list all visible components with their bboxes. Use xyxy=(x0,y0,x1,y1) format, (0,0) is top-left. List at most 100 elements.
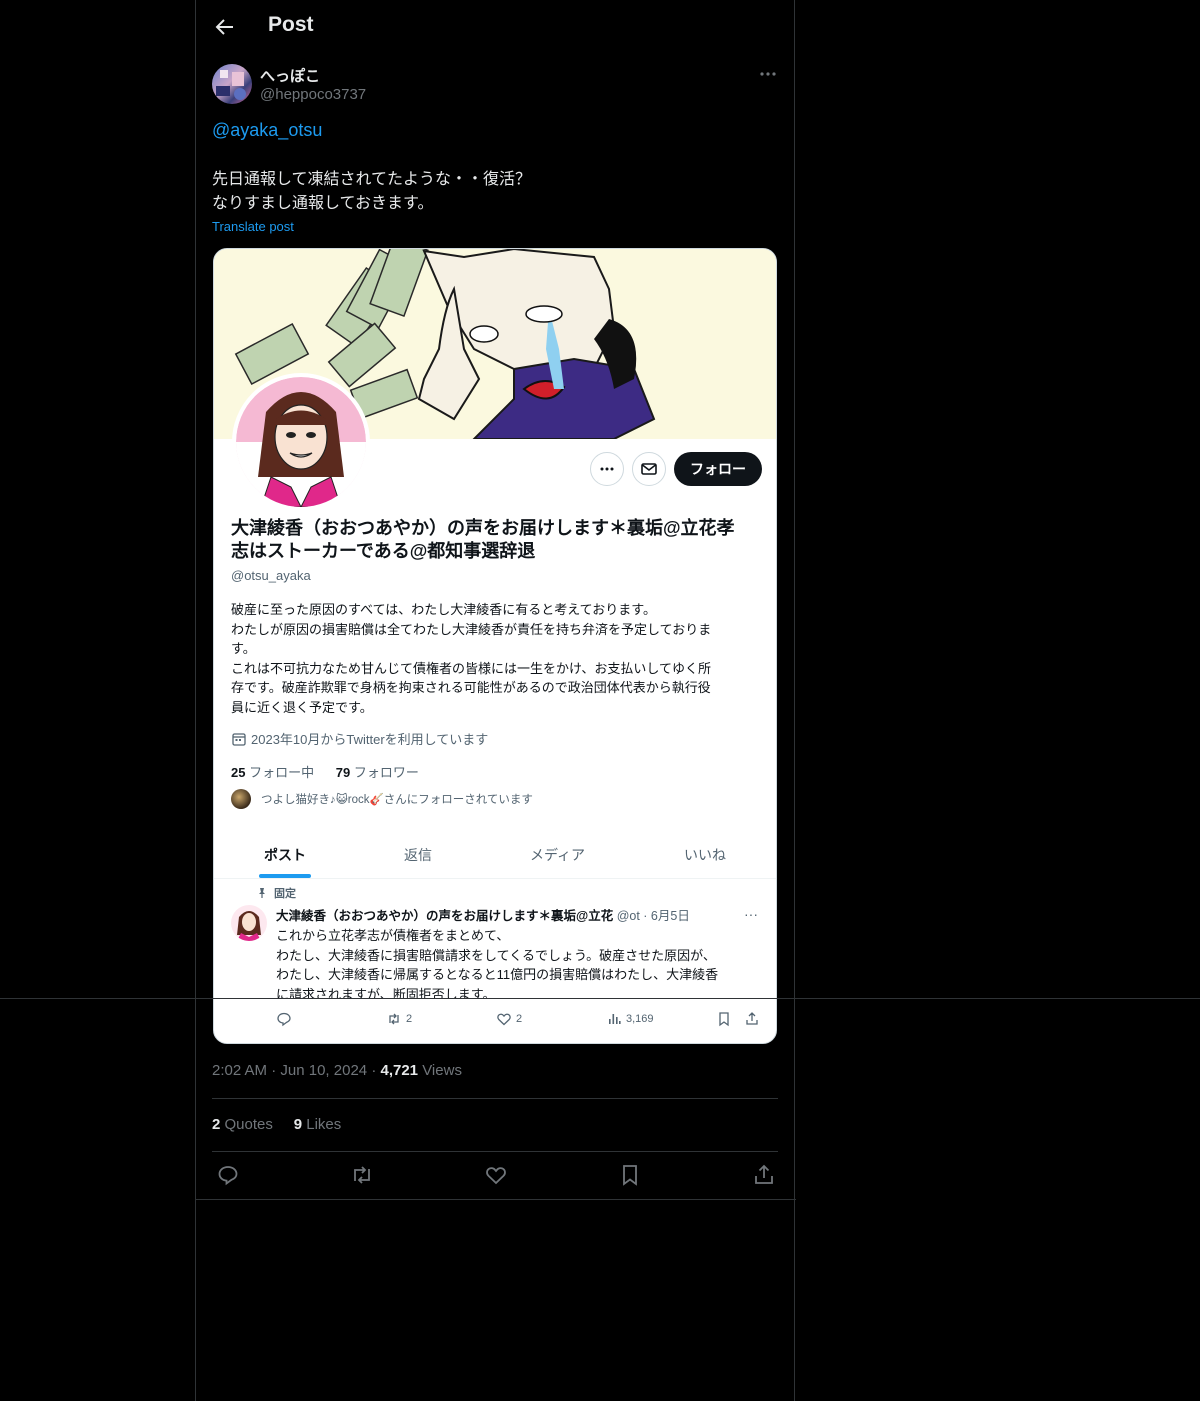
profile-name-line: 大津綾香（おおつあやか）の声をお届けします＊裏垢@立花孝 xyxy=(231,518,735,538)
post-header: Post xyxy=(196,0,796,54)
pinned-header: 大津綾香（おおつあやか）の声をお届けします＊裏垢@立花 @ot · 6月5日 xyxy=(276,905,766,924)
pinned-name: 大津綾香（おおつあやか）の声をお届けします＊裏垢@立花 xyxy=(276,909,614,923)
avatar-image xyxy=(216,70,246,100)
pinned-actions: 2 2 3,169 xyxy=(214,1011,776,1037)
attached-screenshot[interactable]: フォロー 大津綾香（おおつあやか）の声をお届けします＊裏垢@立花孝 志はストーカ… xyxy=(213,248,777,1044)
more-options-icon[interactable] xyxy=(758,64,778,84)
profile-more-button[interactable] xyxy=(590,452,624,486)
retweet-icon xyxy=(389,1013,399,1025)
followers-label: フォロワー xyxy=(353,765,419,780)
divider xyxy=(212,1151,778,1152)
bookmark-icon xyxy=(719,1012,729,1027)
pinned-more-icon[interactable]: ··· xyxy=(744,906,758,922)
views-count: 4,721 xyxy=(380,1062,419,1079)
translate-link[interactable]: Translate post xyxy=(212,219,294,234)
profile-joined: 2023年10月からTwitterを利用しています xyxy=(231,729,488,748)
active-tab-indicator xyxy=(259,874,311,878)
follower-avatar xyxy=(231,789,251,809)
bio-line: 破産に至った原因のすべては、わたし大津綾香に有ると考えております。 xyxy=(231,602,656,617)
pinned-line: に請求されますが、断固拒否します。 xyxy=(276,986,496,999)
envelope-icon xyxy=(641,463,657,475)
profile-bio: 破産に至った原因のすべては、わたし大津綾香に有ると考えております。 わたしが原因… xyxy=(231,600,761,718)
tab-replies[interactable]: 返信 xyxy=(404,845,432,865)
likes-link[interactable]: 9 Likes xyxy=(294,1116,342,1133)
following-label: フォロー中 xyxy=(249,765,315,780)
more-icon xyxy=(600,467,614,471)
divider xyxy=(212,1098,778,1099)
followers-count: 79 xyxy=(335,765,351,780)
follow-button[interactable]: フォロー xyxy=(674,452,762,486)
profile-handle: @otsu_ayaka xyxy=(231,568,311,583)
analytics-icon xyxy=(609,1014,621,1024)
bio-line: わたしが原因の損害賠償は全てわたし大津綾香が責任を持ち弁済を予定しておりま xyxy=(231,621,712,637)
pinned-text: 固定 xyxy=(274,888,296,900)
bio-line: 員に近く退く予定です。 xyxy=(231,699,373,715)
reply-icon[interactable] xyxy=(216,1163,240,1187)
pinned-reply[interactable] xyxy=(276,1011,292,1027)
divider xyxy=(196,1199,796,1200)
pinned-retweet-count: 2 xyxy=(406,1013,413,1025)
pinned-line: わたし、大津綾香に帰属するとなると11億円の損害賠償はわたし、大津綾香 xyxy=(276,967,719,982)
pinned-like[interactable]: 2 xyxy=(496,1011,522,1027)
followed-by: つよし猫好き♪😺rock🎸さんにフォローされています xyxy=(231,789,533,809)
pinned-bookmark[interactable] xyxy=(716,1011,732,1027)
pinned-meta: @ot · 6月5日 xyxy=(616,909,690,923)
profile-name: 大津綾香（おおつあやか）の声をお届けします＊裏垢@立花孝 志はストーカーである@… xyxy=(231,517,761,563)
calendar-icon xyxy=(232,732,246,746)
profile-avatar xyxy=(232,373,370,511)
pinned-avatar xyxy=(231,905,267,941)
back-arrow-icon[interactable] xyxy=(212,15,236,39)
profile-avatar-illustration xyxy=(236,377,366,507)
post-date[interactable]: Jun 10, 2024 xyxy=(280,1062,367,1079)
pinned-line: わたし、大津綾香に損害賠償請求をしてくるでしょう。破産させた原因が、 xyxy=(276,947,716,963)
author-name[interactable]: へっぽこ xyxy=(260,65,320,86)
tab-posts[interactable]: ポスト xyxy=(264,845,306,865)
quotes-label: Quotes xyxy=(224,1116,273,1133)
post-text-line: 先日通報して凍結されてたような・・復活？ xyxy=(212,171,532,188)
likes-label: Likes xyxy=(306,1116,342,1133)
bio-line: 存です。破産詐欺罪で身柄を拘束される可能性があるので政治団体代表から執行役 xyxy=(231,680,711,696)
pinned-label: 固定 xyxy=(256,885,296,901)
reply-icon xyxy=(277,1012,291,1027)
bookmark-icon[interactable] xyxy=(618,1163,642,1187)
retweet-icon[interactable] xyxy=(350,1163,374,1187)
share-icon[interactable] xyxy=(752,1163,776,1187)
meta-separator: · xyxy=(271,1062,281,1079)
tab-likes[interactable]: いいね xyxy=(684,845,726,865)
viewport-divider xyxy=(0,998,1200,999)
post-text: 先日通報して凍結されてたような・・復活？ なりすまし通報しておきます。 xyxy=(212,168,531,216)
pinned-avatar-illustration xyxy=(237,911,261,941)
followed-by-text: つよし猫好き♪😺rock🎸さんにフォローされています xyxy=(261,794,533,806)
author-avatar[interactable] xyxy=(212,64,252,104)
pinned-share[interactable] xyxy=(744,1011,760,1027)
quotes-link[interactable]: 2 Quotes xyxy=(212,1116,277,1133)
post-text-line: なりすまし通報しておきます。 xyxy=(212,195,434,212)
post-column: Post へっぽこ @heppoco3737 @ayaka_otsu 先日通報し… xyxy=(195,0,796,1401)
bio-line: す。 xyxy=(231,641,256,657)
post-meta: 2:02 AM · Jun 10, 2024 · 4,721 Views xyxy=(212,1062,462,1079)
pin-icon xyxy=(259,888,265,898)
post-actions xyxy=(196,1160,796,1190)
tab-media[interactable]: メディア xyxy=(530,845,585,865)
pinned-line: これから立花孝志が債権者をまとめて、 xyxy=(276,928,510,943)
pinned-views-count: 3,169 xyxy=(626,1013,654,1025)
profile-tabs: ポスト 返信 メディア いいね xyxy=(214,833,776,879)
post-time[interactable]: 2:02 AM xyxy=(212,1062,267,1079)
likes-count: 9 xyxy=(293,1116,303,1133)
following-count: 25 xyxy=(231,765,246,780)
engagement-counts: 2 Quotes 9 Likes xyxy=(212,1116,341,1133)
pinned-like-count: 2 xyxy=(516,1013,523,1025)
bio-line: これは不可抗力なため甘んじて債権者の皆様には一生をかけ、お支払いしてゆく所 xyxy=(231,660,711,676)
page-title: Post xyxy=(268,13,314,36)
pinned-retweet[interactable]: 2 xyxy=(386,1011,412,1027)
quotes-count: 2 xyxy=(212,1116,221,1133)
pinned-views[interactable]: 3,169 xyxy=(606,1011,654,1027)
profile-name-line: 志はストーカーである@都知事選辞退 xyxy=(231,541,536,561)
profile-stats: 25 フォロー中 79 フォロワー xyxy=(231,762,419,781)
message-button[interactable] xyxy=(632,452,666,486)
joined-text: 2023年10月からTwitterを利用しています xyxy=(251,732,489,747)
mention-link[interactable]: @ayaka_otsu xyxy=(212,120,322,141)
author-handle[interactable]: @heppoco3737 xyxy=(260,86,366,103)
pinned-text-body: これから立花孝志が債権者をまとめて、 わたし、大津綾香に損害賠償請求をしてくるで… xyxy=(276,926,766,998)
heart-icon[interactable] xyxy=(484,1163,508,1187)
